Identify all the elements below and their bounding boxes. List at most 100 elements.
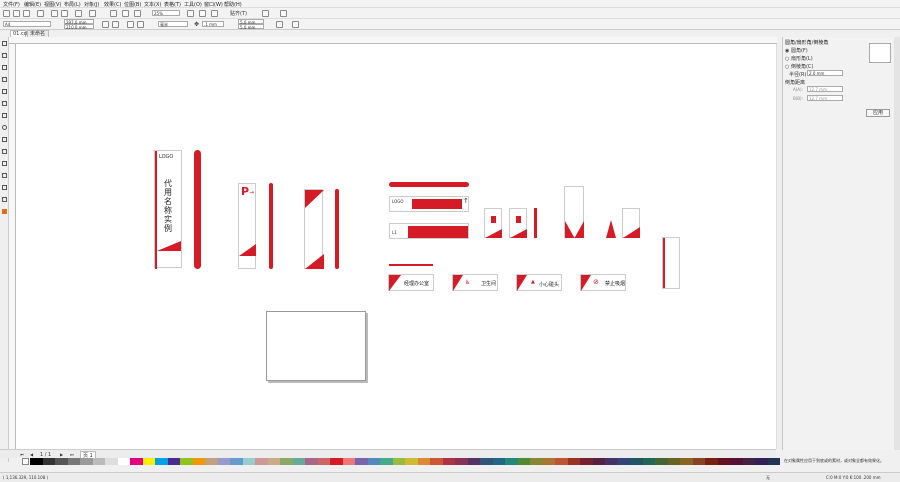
restroom-door-plate[interactable]: ♿ 卫生间 (452, 274, 498, 291)
option-fillet[interactable]: ◉ 圆角(F) (785, 47, 808, 54)
palette-swatch[interactable] (717, 458, 730, 465)
palette-swatch[interactable] (280, 458, 293, 465)
palette-swatch[interactable] (705, 458, 718, 465)
menu-file[interactable]: 文件(F) (3, 1, 20, 8)
save-icon[interactable] (23, 10, 30, 17)
palette-swatch[interactable] (467, 458, 480, 465)
palette-swatch[interactable] (267, 458, 280, 465)
floor-index-sign[interactable] (564, 186, 584, 238)
direction-sign-1[interactable]: LOGO ↑ (389, 196, 469, 212)
launcher-icon[interactable] (280, 10, 287, 17)
last-page-icon[interactable]: ⏭ (70, 452, 74, 457)
palette-swatch[interactable] (505, 458, 518, 465)
palette-swatch[interactable] (330, 458, 343, 465)
palette-swatch[interactable] (117, 458, 130, 465)
palette-swatch[interactable] (305, 458, 318, 465)
womens-room-sign[interactable] (509, 208, 527, 238)
menu-text[interactable]: 文本(X) (144, 1, 161, 8)
text-tool-icon[interactable] (2, 149, 7, 154)
print-icon[interactable] (37, 10, 44, 17)
copy-icon[interactable] (61, 10, 68, 17)
export-icon[interactable] (122, 10, 129, 17)
nudge-distance-input[interactable]: .1 mm (202, 21, 224, 27)
caution-door-plate[interactable]: ▲ 小心碰头 (516, 274, 562, 291)
interactive-fill-icon[interactable] (2, 209, 7, 214)
docker-side-tabs[interactable] (894, 37, 900, 450)
option-scallop[interactable]: ○ 扇形角(L) (785, 55, 813, 62)
no-smoking-door-plate[interactable]: ⊘ 禁止吸烟 (580, 274, 626, 291)
palette-swatch[interactable] (480, 458, 493, 465)
palette-swatch[interactable] (655, 458, 668, 465)
palette-swatch[interactable] (292, 458, 305, 465)
menu-table[interactable]: 表格(T) (164, 1, 181, 8)
options-icon[interactable] (262, 10, 269, 17)
palette-swatch[interactable] (105, 458, 118, 465)
drop-shadow-icon[interactable] (2, 185, 7, 190)
blank-page[interactable] (266, 311, 366, 381)
snap-to-label[interactable]: 贴齐(T) (230, 10, 247, 17)
prev-page-icon[interactable]: ◀ (30, 452, 33, 457)
treat-as-filled-icon[interactable] (276, 21, 283, 28)
polygon-tool-icon[interactable] (2, 137, 7, 142)
palette-swatch[interactable] (417, 458, 430, 465)
palette-swatch[interactable] (192, 458, 205, 465)
palette-swatch[interactable] (255, 458, 268, 465)
palette-swatch[interactable] (592, 458, 605, 465)
palette-swatch[interactable] (55, 458, 68, 465)
portrait-icon[interactable] (102, 21, 109, 28)
pick-tool-icon[interactable] (2, 41, 7, 46)
mens-room-sign[interactable] (484, 208, 502, 238)
page-size-select[interactable]: A4 (3, 21, 51, 27)
landscape-icon[interactable] (112, 21, 119, 28)
parallel-dimension-icon[interactable] (2, 161, 7, 166)
zoom-tool-icon[interactable] (2, 77, 7, 82)
no-color-swatch[interactable] (22, 458, 29, 465)
palette-swatch[interactable] (530, 458, 543, 465)
current-page-icon[interactable] (137, 21, 144, 28)
palette-swatch[interactable] (42, 458, 55, 465)
palette-swatch[interactable] (667, 458, 680, 465)
crop-tool-icon[interactable] (2, 65, 7, 70)
palette-swatch[interactable] (155, 458, 168, 465)
drawing-canvas[interactable]: LOGO 代用名称实例 P → LOGO ↑ L1 经理办公室 ♿ 卫生间 ▲ (16, 44, 776, 449)
palette-swatch[interactable] (755, 458, 768, 465)
add-icon[interactable] (292, 21, 299, 28)
palette-swatch[interactable] (542, 458, 555, 465)
all-pages-icon[interactable] (127, 21, 134, 28)
undo-icon[interactable] (75, 10, 82, 17)
palette-swatch[interactable] (317, 458, 330, 465)
page-height-input[interactable]: 210.0 mm (64, 24, 94, 30)
palette-swatch[interactable] (730, 458, 743, 465)
tab-document-2[interactable]: 未命名 -1 (27, 30, 49, 43)
smart-fill-icon[interactable] (2, 101, 7, 106)
cut-icon[interactable] (51, 10, 58, 17)
vertical-ruler[interactable] (9, 44, 16, 449)
palette-swatch[interactable] (242, 458, 255, 465)
palette-swatch[interactable] (430, 458, 443, 465)
office-door-plate[interactable]: 经理办公室 (388, 274, 434, 291)
palette-swatch[interactable] (167, 458, 180, 465)
palette-swatch[interactable] (617, 458, 630, 465)
palette-swatch[interactable] (355, 458, 368, 465)
palette-swatch[interactable] (342, 458, 355, 465)
palette-swatch[interactable] (492, 458, 505, 465)
palette-swatch[interactable] (605, 458, 618, 465)
zoom-level-input[interactable]: 25% (152, 10, 180, 16)
freehand-tool-icon[interactable] (2, 89, 7, 94)
palette-swatch[interactable] (217, 458, 230, 465)
menu-layout[interactable]: 布局(L) (64, 1, 81, 8)
palette-swatch[interactable] (230, 458, 243, 465)
menu-bitmap[interactable]: 位图(B) (124, 1, 141, 8)
grid-icon[interactable] (211, 10, 218, 17)
menu-effects[interactable]: 效果(C) (104, 1, 121, 8)
tab-document-1[interactable]: 01.cdr (10, 30, 29, 37)
palette-swatch[interactable] (692, 458, 705, 465)
palette-swatch[interactable] (367, 458, 380, 465)
info-sign[interactable] (622, 208, 640, 238)
direction-sign-2[interactable]: L1 (389, 223, 469, 239)
option-chamfer[interactable]: ○ 倒棱角(C) (785, 63, 813, 70)
redo-icon[interactable] (89, 10, 96, 17)
palette-swatch[interactable] (555, 458, 568, 465)
palette-swatch[interactable] (80, 458, 93, 465)
menu-object[interactable]: 对象(J) (84, 1, 99, 8)
